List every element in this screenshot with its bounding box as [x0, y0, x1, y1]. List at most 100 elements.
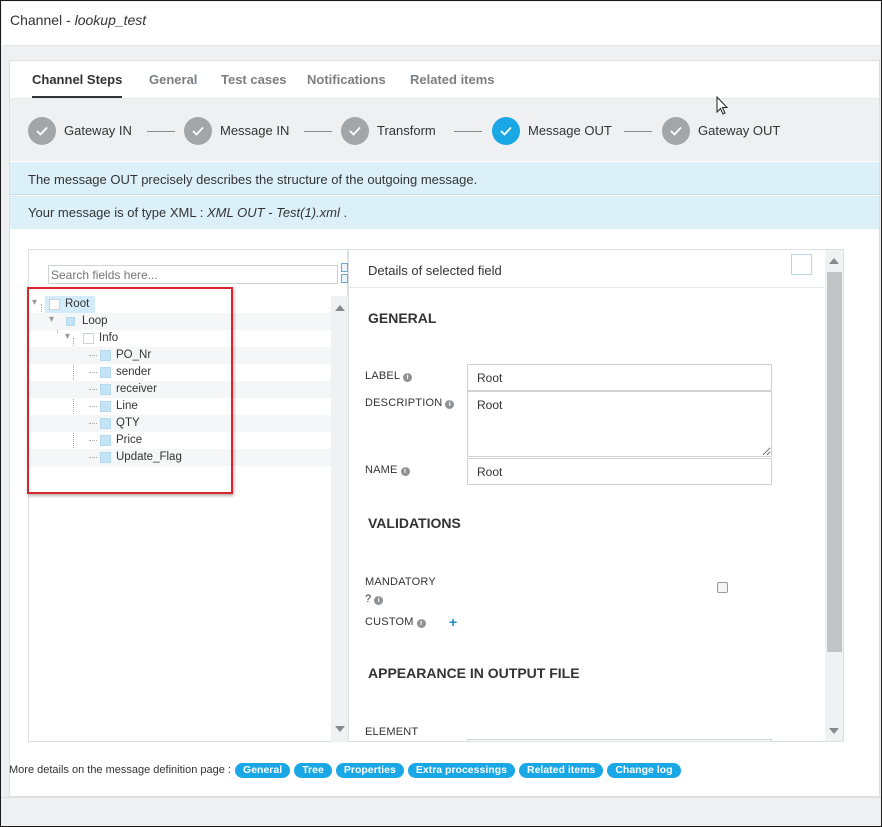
tree-node-label: Line	[116, 400, 138, 412]
tree-branch	[89, 423, 97, 424]
step-label: Gateway OUT	[698, 123, 781, 138]
leaf-icon	[100, 350, 111, 361]
tab-related-items[interactable]: Related items	[410, 72, 495, 96]
check-icon	[492, 117, 520, 145]
type-prefix: Your message is of type XML :	[28, 205, 207, 220]
tree-branch	[89, 440, 97, 441]
info-icon[interactable]: i	[416, 619, 426, 628]
step-connector	[624, 131, 652, 132]
leaf-icon	[100, 367, 111, 378]
check-icon	[28, 117, 56, 145]
tab-notifications[interactable]: Notifications	[307, 72, 386, 96]
mandatory-checkbox[interactable]	[717, 582, 728, 593]
step-connector	[454, 131, 482, 132]
link-tree[interactable]: Tree	[294, 763, 332, 778]
tree-node-line[interactable]: Line	[29, 398, 331, 415]
check-icon	[184, 117, 212, 145]
description-textarea[interactable]: Root	[467, 391, 772, 457]
scroll-down-icon[interactable]	[335, 726, 345, 732]
collapse-toggle-icon[interactable]: ▾	[49, 314, 54, 325]
tree-branch	[89, 389, 97, 390]
tab-test-cases[interactable]: Test cases	[221, 72, 287, 96]
collapse-toggle-icon[interactable]: ▾	[32, 297, 37, 308]
step-wizard: Gateway IN Message IN Transform Message …	[10, 99, 879, 161]
add-custom-validation-button[interactable]: +	[449, 614, 457, 630]
tree-branch	[89, 372, 97, 373]
step-label: Message OUT	[528, 123, 612, 138]
name-field-label: NAME i	[365, 464, 410, 476]
mouse-pointer-icon	[716, 95, 730, 119]
details-scrollbar[interactable]	[825, 250, 843, 741]
tree-node-info[interactable]: ▾ Info	[29, 330, 331, 347]
leaf-icon	[100, 452, 111, 463]
label-field-label: LABEL i	[365, 370, 413, 382]
tree-node-label: sender	[116, 366, 152, 378]
expand-all-icon[interactable]	[341, 263, 348, 272]
tree-node-sender[interactable]: sender	[29, 364, 331, 381]
tree-node-root[interactable]: ▾ Root	[29, 296, 331, 313]
type-suffix: .	[339, 205, 348, 220]
tree-node-price[interactable]: Price	[29, 432, 331, 449]
description-text: DESCRIPTION	[365, 397, 443, 409]
tree-branch	[89, 355, 97, 356]
node-icon	[49, 299, 60, 310]
scroll-down-icon[interactable]	[829, 728, 839, 734]
collapse-all-icon[interactable]	[341, 274, 348, 283]
custom-text: CUSTOM	[365, 616, 414, 628]
info-banner-type: Your message is of type XML : XML OUT - …	[10, 196, 879, 229]
tree-node-po-nr[interactable]: PO_Nr	[29, 347, 331, 364]
type-file-name: XML OUT - Test(1).xml	[206, 205, 340, 220]
link-general[interactable]: General	[235, 763, 291, 778]
tree-scrollbar[interactable]	[331, 296, 348, 742]
expand-panel-icon[interactable]	[791, 254, 812, 275]
tree-node-label: PO_Nr	[116, 349, 152, 361]
info-banner-description: The message OUT precisely describes the …	[10, 162, 879, 195]
info-icon[interactable]: i	[445, 400, 455, 409]
scroll-up-icon[interactable]	[335, 305, 345, 311]
link-properties[interactable]: Properties	[335, 763, 404, 778]
mandatory-q: ?	[365, 593, 372, 605]
leaf-icon	[100, 401, 111, 412]
name-text: NAME	[365, 464, 398, 476]
collapse-toggle-icon[interactable]: ▾	[65, 331, 70, 342]
details-title: Details of selected field	[368, 263, 502, 278]
tree-node-label: Loop	[82, 315, 108, 327]
step-label: Gateway IN	[64, 123, 132, 138]
field-details-pane: Details of selected field GENERAL LABEL i…	[348, 249, 844, 742]
scroll-thumb[interactable]	[827, 272, 842, 652]
info-icon[interactable]: i	[374, 596, 384, 605]
title-channel-name: lookup_test	[74, 12, 147, 28]
tab-channel-steps[interactable]: Channel Steps	[32, 72, 123, 98]
node-icon	[66, 317, 75, 326]
label-input[interactable]	[467, 364, 772, 391]
leaf-icon	[100, 384, 111, 395]
tab-general[interactable]: General	[149, 72, 197, 96]
label-text: LABEL	[365, 370, 401, 382]
info-icon[interactable]: i	[403, 373, 413, 382]
check-icon	[662, 117, 690, 145]
check-icon	[341, 117, 369, 145]
info-icon[interactable]: i	[400, 467, 410, 476]
tree-node-receiver[interactable]: receiver	[29, 381, 331, 398]
details-header: Details of selected field	[349, 250, 825, 288]
name-input[interactable]	[467, 458, 772, 485]
tree-node-update-flag[interactable]: Update_Flag	[29, 449, 331, 466]
scroll-up-icon[interactable]	[829, 258, 839, 264]
link-extra-processings[interactable]: Extra processings	[407, 763, 515, 778]
mandatory-label-cont: ? i	[365, 593, 384, 605]
link-related-items[interactable]: Related items	[518, 763, 604, 778]
window-titlebar: Channel - lookup_test	[2, 2, 880, 46]
tree-node-label: QTY	[116, 417, 140, 429]
step-label: Transform	[377, 123, 436, 138]
tree-node-label: Info	[99, 332, 119, 344]
mandatory-label: MANDATORY	[365, 576, 436, 588]
element-input[interactable]	[467, 739, 772, 741]
section-appearance-title: APPEARANCE IN OUTPUT FILE	[368, 665, 580, 681]
tree-branch	[89, 406, 97, 407]
tree-node-loop[interactable]: ▾ Loop	[29, 313, 331, 330]
tree-node-label: Root	[65, 298, 90, 310]
search-input[interactable]	[48, 265, 338, 284]
link-change-log[interactable]: Change log	[607, 763, 681, 778]
tree-node-qty[interactable]: QTY	[29, 415, 331, 432]
element-label: ELEMENT	[365, 726, 419, 738]
